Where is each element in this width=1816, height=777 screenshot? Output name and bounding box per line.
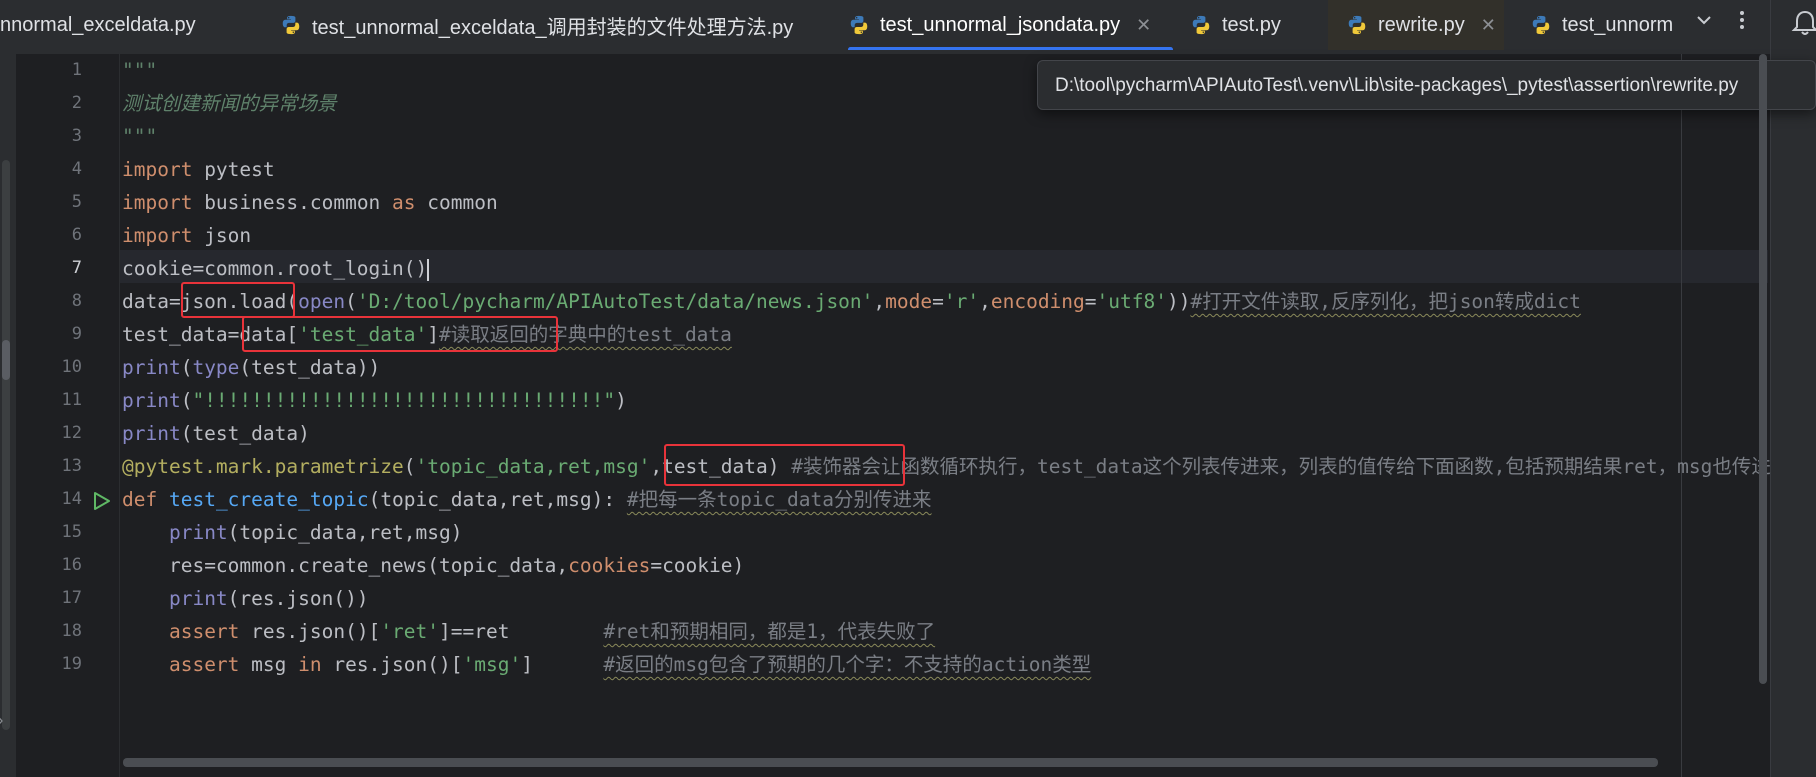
- line-number-gutter: 1 2 3 4 5 6 7 8 9 10 11 12 13 14 15 16 1…: [16, 54, 120, 777]
- file-path-tooltip: D:\tool\pycharm\APIAutoTest\.venv\Lib\si…: [1037, 60, 1816, 110]
- python-icon: [282, 15, 300, 35]
- chevron-right-icon[interactable]: ›: [0, 712, 3, 730]
- left-scrollbar-track: [2, 160, 10, 730]
- line-number: 10: [61, 357, 82, 377]
- run-play-icon[interactable]: [90, 490, 112, 512]
- line-number: 3: [71, 126, 82, 146]
- right-margin-guide: [1681, 54, 1682, 777]
- line-number: 9: [71, 324, 82, 344]
- chevron-down-icon[interactable]: [1690, 10, 1718, 38]
- python-icon: [1348, 15, 1366, 35]
- tab-close-icon[interactable]: ✕: [1481, 15, 1496, 36]
- code-editor[interactable]: """ 测试创建新闻的异常场景 """ import pytest import…: [120, 54, 1771, 777]
- code-line-2: 测试创建新闻的异常场景: [122, 92, 337, 115]
- python-icon: [1192, 15, 1210, 35]
- annotation-box-test-data-key: [242, 316, 558, 352]
- line-number: 15: [61, 522, 82, 542]
- code-line-12: print(test_data): [122, 422, 310, 445]
- line-number: 1: [71, 60, 82, 80]
- annotation-box-json-load: [181, 282, 295, 318]
- line-number: 19: [61, 654, 82, 674]
- text-cursor: [427, 258, 430, 281]
- tab-label: test_unnormal_jsondata.py: [880, 13, 1121, 36]
- python-icon: [1532, 15, 1550, 35]
- code-line-7: cookie=common.root_login(): [122, 257, 430, 281]
- tab-label: test_unnorm: [1562, 13, 1672, 36]
- code-line-19: assert msg in res.json()['msg'] #返回的msg包…: [168, 653, 1092, 676]
- line-number-current: 7: [71, 258, 82, 278]
- more-vertical-icon[interactable]: [1728, 8, 1756, 40]
- code-line-5: import business.common as common: [122, 191, 498, 214]
- line-number: 2: [71, 93, 82, 113]
- line-number: 8: [71, 291, 82, 311]
- code-line-15: print(topic_data,ret,msg): [168, 521, 463, 544]
- tab-test-py[interactable]: test.py: [1190, 0, 1320, 50]
- tab-rewrite-py[interactable]: rewrite.py ✕: [1328, 0, 1504, 50]
- tab-label: rewrite.py: [1378, 13, 1465, 36]
- code-line-4: import pytest: [122, 158, 275, 181]
- line-number: 11: [61, 390, 82, 410]
- tab-label: test.py: [1222, 13, 1281, 36]
- notifications-bell-icon[interactable]: [1790, 8, 1816, 38]
- tab-nnormal-exceldata[interactable]: nnormal_exceldata.py: [0, 0, 220, 50]
- line-number: 5: [71, 192, 82, 212]
- tab-label: nnormal_exceldata.py: [0, 13, 196, 36]
- line-number: 18: [61, 621, 82, 641]
- code-line-6: import json: [122, 224, 252, 247]
- code-line-17: print(res.json()): [168, 587, 369, 610]
- code-line-18: assert res.json()['ret']==ret #ret和预期相同，…: [168, 620, 936, 643]
- horizontal-scrollbar[interactable]: [120, 756, 1760, 768]
- code-line-13: @pytest.mark.parametrize('topic_data,ret…: [122, 455, 1771, 478]
- tab-test-unnorm[interactable]: test_unnorm: [1530, 0, 1672, 50]
- code-line-8: data=json.load(open('D:/tool/pycharm/API…: [122, 290, 1581, 313]
- line-number: 4: [71, 159, 82, 179]
- annotation-box-test-data-arg: [664, 444, 905, 486]
- line-number: 6: [71, 225, 82, 245]
- left-scrollbar-thumb[interactable]: [2, 340, 10, 380]
- horizontal-scrollbar-thumb[interactable]: [123, 758, 1658, 767]
- tab-label: test_unnormal_exceldata_调用封装的文件处理方法.py: [312, 16, 794, 39]
- line-number: 17: [61, 588, 82, 608]
- line-number: 14: [61, 489, 82, 509]
- line-number: 16: [61, 555, 82, 575]
- tab-test-unnormal-exceldata-wrapper[interactable]: test_unnormal_exceldata_调用封装的文件处理方法.py: [280, 0, 800, 50]
- tab-test-unnormal-jsondata[interactable]: test_unnormal_jsondata.py ✕: [848, 0, 1173, 50]
- tab-close-icon[interactable]: ✕: [1136, 15, 1151, 36]
- line-number: 13: [61, 456, 82, 476]
- line-number: 12: [61, 423, 82, 443]
- code-line-11: print("!!!!!!!!!!!!!!!!!!!!!!!!!!!!!!!!!…: [122, 389, 627, 412]
- code-line-10: print(type(test_data)): [122, 356, 381, 379]
- vertical-scrollbar-thumb[interactable]: [1759, 54, 1767, 684]
- code-line-3: """: [122, 125, 158, 148]
- code-line-1: """: [122, 59, 158, 82]
- code-line-16: res=common.create_news(topic_data,cookie…: [168, 554, 745, 577]
- editor-tab-bar: nnormal_exceldata.py test_unnormal_excel…: [0, 0, 1816, 55]
- code-line-14: def test_create_topic(topic_data,ret,msg…: [122, 488, 932, 511]
- python-icon: [850, 15, 868, 35]
- right-tool-strip: [1770, 0, 1816, 777]
- vertical-scrollbar[interactable]: [1757, 54, 1769, 694]
